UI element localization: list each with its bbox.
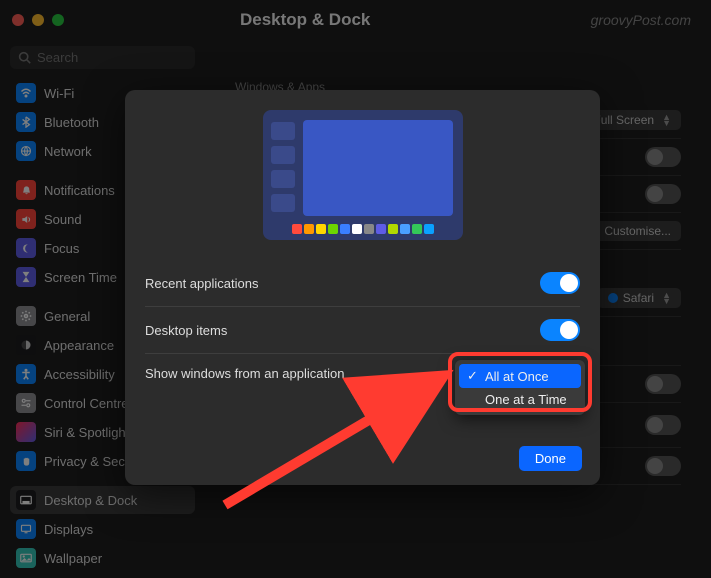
setting-label: Recent applications [145,276,258,291]
dropdown-option-all-at-once[interactable]: ✓ All at Once [459,364,581,388]
setting-label: Desktop items [145,323,227,338]
done-button[interactable]: Done [519,446,582,471]
show-windows-dropdown[interactable]: ✓ All at Once One at a Time [455,360,585,415]
dropdown-option-one-at-a-time[interactable]: One at a Time [459,388,581,411]
setting-label: Show windows from an application [145,366,344,381]
mission-control-preview [263,110,463,240]
recent-apps-row: Recent applications [145,260,580,307]
option-label: All at Once [485,369,549,384]
checkmark-icon: ✓ [467,368,479,384]
option-label: One at a Time [485,392,567,407]
recent-apps-toggle[interactable] [540,272,580,294]
mission-control-modal: Recent applications Desktop items Show w… [125,90,600,485]
desktop-items-row: Desktop items [145,307,580,354]
desktop-items-toggle[interactable] [540,319,580,341]
